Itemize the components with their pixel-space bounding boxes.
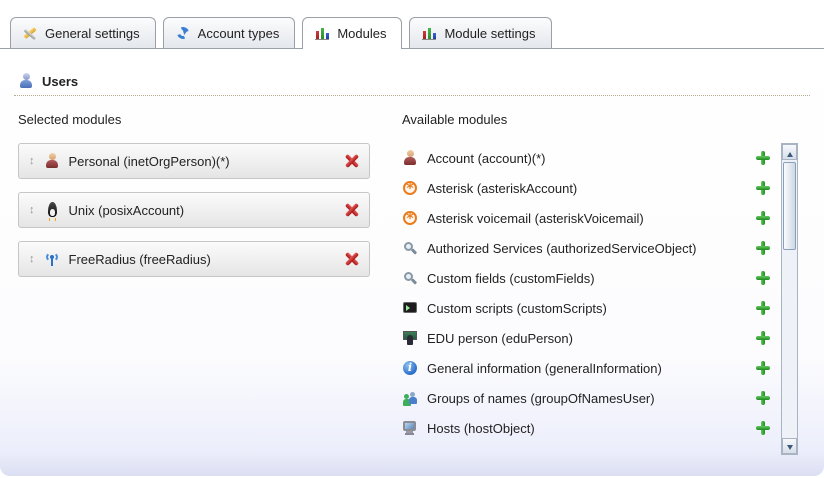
person-icon [402,150,418,166]
available-modules-column: Available modules Account (account)(*) [402,112,810,457]
tab-account-types[interactable]: Account types [163,17,296,48]
add-module-button[interactable] [756,391,770,405]
add-module-button[interactable] [756,301,770,315]
add-module-button[interactable] [756,181,770,195]
drag-handle-icon[interactable]: ↕ [29,156,35,167]
section-title: Users [42,74,78,89]
selected-module-unix-posixaccount[interactable]: ↕ Unix (posixAccount) [18,192,370,228]
scrollbar-thumb[interactable] [783,162,796,250]
terminal-icon [402,300,418,316]
add-module-button[interactable] [756,331,770,345]
user-icon [18,73,34,89]
selected-modules-heading: Selected modules [18,112,370,127]
available-module-authorized-services-authorizedserviceobject: Authorized Services (authorizedServiceOb… [402,233,770,263]
vertical-scrollbar[interactable] [781,143,798,455]
sync-icon [175,25,191,41]
module-label: FreeRadius (freeRadius) [69,252,211,267]
add-module-button[interactable] [756,241,770,255]
add-module-button[interactable] [756,361,770,375]
remove-module-button[interactable] [345,154,359,168]
scroll-up-button[interactable] [782,144,797,160]
module-label: General information (generalInformation) [427,361,662,376]
available-module-asterisk-voicemail-asteriskvoicemail: Asterisk voicemail (asteriskVoicemail) [402,203,770,233]
tab-label: Module settings [444,26,535,41]
selected-module-freeradius-freeradius[interactable]: ↕ FreeRadius (freeRadius) [18,241,370,277]
tab-label: General settings [45,26,140,41]
content-panel: Users Selected modules ↕ Personal (inetO… [0,48,824,476]
linux-icon [44,202,60,218]
add-module-button[interactable] [756,421,770,435]
info-icon [402,360,418,376]
group-icon [402,390,418,406]
radio-antenna-icon [44,251,60,267]
tab-modules[interactable]: Modules [302,17,402,49]
available-modules-heading: Available modules [402,112,810,127]
available-module-general-information-generalinformation: General information (generalInformation) [402,353,770,383]
modules-columns: Selected modules ↕ Personal (inetOrgPers… [0,96,824,457]
tab-bar: General settings Account types Modules M… [0,0,824,48]
drag-handle-icon[interactable]: ↕ [29,254,35,265]
available-module-edu-person-eduperson: EDU person (eduPerson) [402,323,770,353]
available-module-custom-scripts-customscripts: Custom scripts (customScripts) [402,293,770,323]
module-label: Account (account)(*) [427,151,546,166]
tab-label: Account types [198,26,280,41]
available-modules-box: Account (account)(*) Asterisk (asteriskA… [402,143,810,457]
scroll-down-button[interactable] [782,438,797,454]
module-label: Hosts (hostObject) [427,421,535,436]
module-label: Asterisk voicemail (asteriskVoicemail) [427,211,644,226]
add-module-button[interactable] [756,151,770,165]
module-label: Custom scripts (customScripts) [427,301,607,316]
selected-module-personal-inetorgperson[interactable]: ↕ Personal (inetOrgPerson)(*) [18,143,370,179]
tools-icon [22,25,38,41]
available-module-account-account: Account (account)(*) [402,143,770,173]
lam-configuration-page: General settings Account types Modules M… [0,0,824,478]
computer-icon [402,420,418,436]
module-label: EDU person (eduPerson) [427,331,573,346]
available-module-hosts-hostobject: Hosts (hostObject) [402,413,770,443]
users-section-header: Users [14,49,810,96]
selected-modules-column: Selected modules ↕ Personal (inetOrgPers… [18,112,370,457]
bar-chart-icon [314,25,330,41]
drag-handle-icon[interactable]: ↕ [29,205,35,216]
remove-module-button[interactable] [345,252,359,266]
add-module-button[interactable] [756,211,770,225]
person-icon [44,153,60,169]
available-module-custom-fields-customfields: Custom fields (customFields) [402,263,770,293]
available-module-groups-of-names-groupofnamesuser: Groups of names (groupOfNamesUser) [402,383,770,413]
tab-module-settings[interactable]: Module settings [409,17,551,48]
magnifier-icon [402,270,418,286]
module-label: Asterisk (asteriskAccount) [427,181,577,196]
module-label: Personal (inetOrgPerson)(*) [69,154,230,169]
module-label: Groups of names (groupOfNamesUser) [427,391,655,406]
module-label: Authorized Services (authorizedServiceOb… [427,241,697,256]
edu-person-icon [402,330,418,346]
module-label: Custom fields (customFields) [427,271,595,286]
bar-chart-icon [421,25,437,41]
module-label: Unix (posixAccount) [69,203,185,218]
asterisk-icon [402,210,418,226]
asterisk-icon [402,180,418,196]
available-module-asterisk-asteriskaccount: Asterisk (asteriskAccount) [402,173,770,203]
tab-label: Modules [337,26,386,41]
selected-modules-list: ↕ Personal (inetOrgPerson)(*) ↕ Unix (po… [18,143,370,277]
tab-general-settings[interactable]: General settings [10,17,156,48]
available-modules-list: Account (account)(*) Asterisk (asteriskA… [402,143,770,443]
remove-module-button[interactable] [345,203,359,217]
magnifier-icon [402,240,418,256]
add-module-button[interactable] [756,271,770,285]
